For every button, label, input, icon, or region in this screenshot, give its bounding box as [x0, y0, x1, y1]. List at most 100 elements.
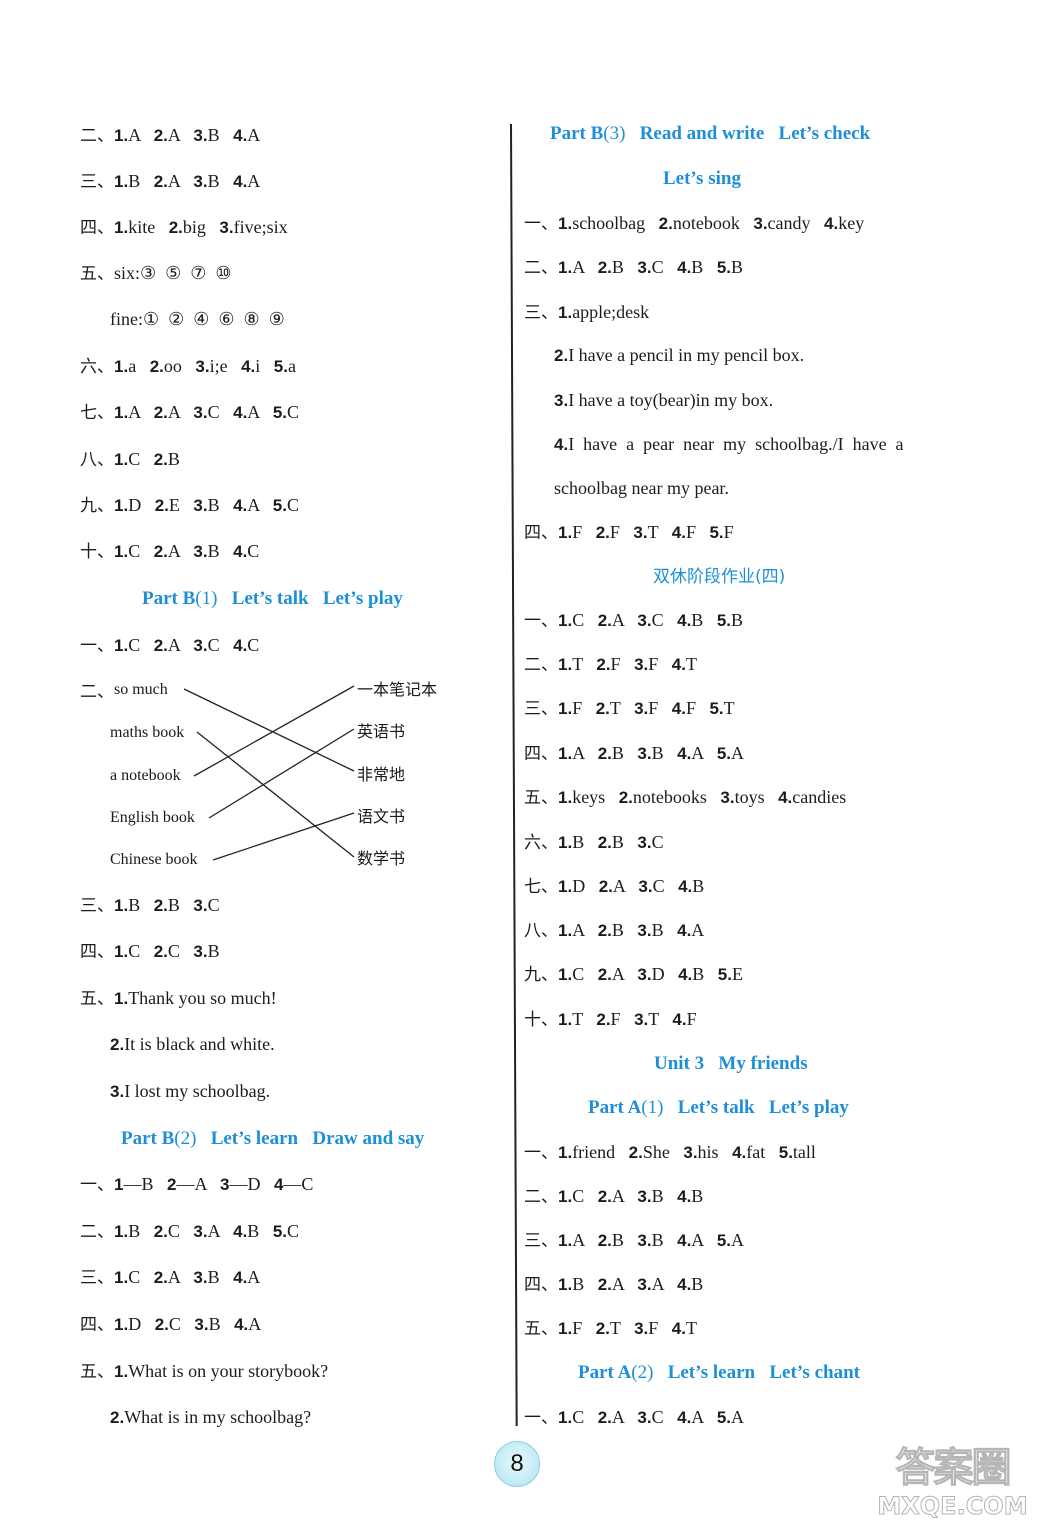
item-number: 1.: [114, 403, 129, 422]
item-answer: oo: [163, 356, 182, 376]
question-number: 一、: [80, 636, 114, 656]
item-number: 1.: [558, 744, 573, 763]
answer-item: 3.C: [193, 402, 219, 422]
answer-row: 3.I have a toy(bear)in my box.: [554, 389, 773, 412]
item-number: 2.: [618, 788, 633, 807]
item-answer: —B: [123, 1174, 154, 1194]
item-answer: A: [731, 1407, 744, 1427]
watermark-logo: 答案圈 MXQE.COM: [870, 1445, 1035, 1530]
item-answer: B: [572, 1274, 585, 1294]
item-answer: A: [207, 1221, 220, 1241]
answer-item: 1.T: [558, 1009, 583, 1029]
answer-item: 4.B: [677, 610, 703, 630]
answer-item: 1.What is on your storybook?: [114, 1361, 328, 1381]
heading-part: Part A: [588, 1097, 642, 1118]
answer-row: 二、1.T 2.F 3.F 4.T: [524, 653, 697, 676]
match-right-item: 数学书: [357, 849, 406, 868]
item-number: 5.: [272, 1222, 287, 1241]
item-answer: notebook: [672, 213, 740, 233]
item-answer: T: [648, 1009, 659, 1029]
answer-row: 十、1.C 2.A 3.B 4.C: [80, 540, 259, 563]
answer-row: 2.I have a pencil in my pencil box.: [554, 344, 804, 367]
item-answer: A: [691, 1407, 704, 1427]
question-number: 八、: [80, 450, 114, 470]
answer-item: 4.A: [233, 125, 260, 145]
item-answer: A: [128, 125, 141, 145]
answer-item: 2.T: [596, 698, 621, 718]
answer-row: schoolbag near my pear.: [554, 477, 729, 499]
answer-item: 4.F: [672, 1009, 696, 1029]
answer-item: 4.F: [672, 522, 696, 542]
question-number: 十、: [524, 1010, 558, 1030]
section-heading-part-b1: Part B(1) Let’s talk Let’s play: [142, 588, 403, 610]
answer-item: 2.oo: [150, 356, 182, 376]
answer-item: 2.B: [598, 1230, 624, 1250]
question-number: 八、: [524, 921, 558, 941]
item-number: 1.: [114, 218, 129, 237]
answer-row: 五、1.keys 2.notebooks 3.toys 4.candies: [524, 786, 846, 809]
answer-item: 2.T: [596, 1318, 621, 1338]
item-answer: A: [248, 1314, 262, 1334]
item-answer: C: [286, 495, 299, 515]
answer-item: 3.B: [193, 541, 219, 561]
answer-item: 4.fat: [732, 1142, 765, 1162]
answer-row: 三、1.B 2.B 3.C: [80, 894, 220, 917]
item-answer: tall: [792, 1142, 816, 1162]
item-answer: I lost my schoolbag.: [124, 1081, 271, 1101]
item-number: 3.: [753, 214, 768, 233]
match-line: [193, 685, 355, 777]
item-number: 4.: [671, 655, 686, 674]
answer-item: 4.i: [241, 356, 260, 376]
answer-item: 4.C: [233, 541, 259, 561]
answer-item: 2.F: [596, 522, 620, 542]
item-answer: C: [651, 610, 664, 630]
answer-item: 5.E: [718, 964, 743, 984]
item-number: 4.: [677, 258, 692, 277]
answer-item: fine:① ② ④ ⑥ ⑧ ⑨: [110, 309, 285, 329]
answer-row: 六、1.B 2.B 3.C: [524, 831, 664, 854]
answer-item: 5.a: [274, 356, 296, 376]
item-number: 2.: [153, 126, 168, 145]
answer-item: 2.A: [154, 541, 180, 561]
item-answer: B: [611, 832, 624, 852]
item-number: 3.: [637, 611, 652, 630]
answer-item: 3.F: [634, 1318, 658, 1338]
item-number: 2.: [597, 1187, 612, 1206]
answer-item: 1.F: [558, 1318, 582, 1338]
item-number: 1.: [114, 1362, 129, 1381]
match-line: [196, 731, 355, 858]
item-answer: six:③ ⑤ ⑦ ⑩: [114, 263, 232, 283]
item-answer: D: [128, 1314, 142, 1334]
item-number: 1.: [558, 611, 573, 630]
item-answer: B: [167, 449, 180, 469]
item-answer: F: [610, 654, 621, 674]
answer-item: 1.C: [558, 610, 584, 630]
answer-item: 4.B: [233, 1221, 259, 1241]
answer-item: 1.B: [114, 1221, 140, 1241]
question-number: 一、: [524, 1143, 558, 1163]
answer-item: 3.A: [193, 1221, 219, 1241]
item-answer: D: [572, 876, 586, 896]
heading-title3: Let’s sing: [663, 168, 741, 189]
question-number: 七、: [80, 403, 114, 423]
answer-item: 1—B: [114, 1174, 153, 1194]
item-number: 3.: [633, 523, 648, 542]
item-number: 3.: [193, 1268, 208, 1287]
item-answer: C: [572, 1186, 585, 1206]
item-number: 3.: [193, 542, 208, 561]
item-answer: A: [731, 1230, 744, 1250]
answer-item: 4—C: [274, 1174, 313, 1194]
answer-item: 3—D: [220, 1174, 260, 1194]
match-right-item: 一本笔记本: [357, 680, 438, 699]
answer-item: 3.F: [634, 654, 658, 674]
item-answer: A: [247, 125, 261, 145]
item-number: 1.: [558, 1143, 573, 1162]
item-number: 2.: [597, 1275, 612, 1294]
item-answer: fine:① ② ④ ⑥ ⑧ ⑨: [110, 309, 285, 329]
item-number: 5.: [272, 496, 287, 515]
item-answer: A: [611, 1186, 624, 1206]
item-answer: B: [611, 920, 624, 940]
answer-item: 1.D: [114, 495, 141, 515]
answer-item: 3.C: [637, 832, 663, 852]
answer-item: 2.B: [598, 257, 624, 277]
